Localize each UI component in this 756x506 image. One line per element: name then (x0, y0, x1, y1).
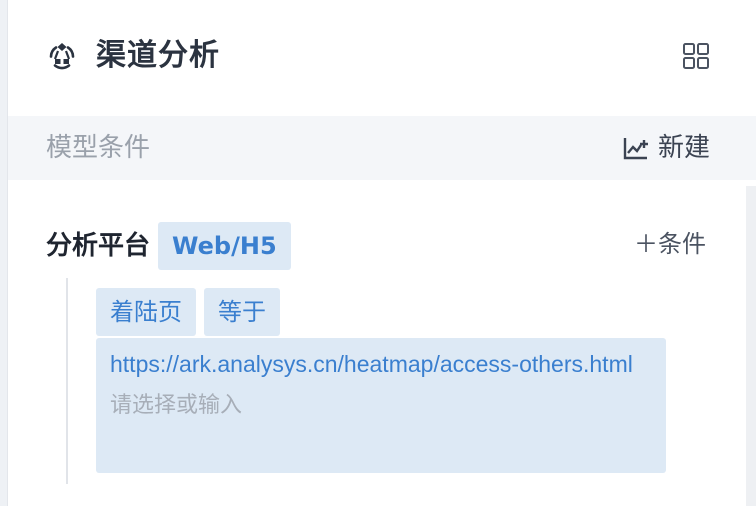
grid-view-icon[interactable] (682, 42, 710, 70)
new-button-label: 新建 (658, 133, 711, 163)
platform-row: 分析平台 Web/H5 (46, 222, 291, 270)
panel-header: 渠道分析 (8, 0, 756, 116)
condition-group-line (66, 278, 68, 484)
platform-selector[interactable]: Web/H5 (158, 222, 291, 270)
channel-analysis-panel: 渠道分析 模型条件 新建 分析平台 Web/H5 ＋条件 着陆页 等于 http… (0, 0, 756, 506)
scrollbar[interactable] (746, 186, 756, 506)
chart-new-icon (623, 138, 648, 160)
channel-analysis-icon (49, 43, 75, 70)
field-selector[interactable]: 着陆页 (96, 288, 196, 336)
condition-content: 分析平台 Web/H5 ＋条件 着陆页 等于 https://ark.analy… (8, 180, 746, 506)
value-search-input[interactable] (110, 386, 638, 426)
operator-selector[interactable]: 等于 (204, 288, 280, 336)
value-select-box[interactable]: https://ark.analysys.cn/heatmap/access-o… (96, 338, 666, 473)
left-panel-edge (0, 0, 8, 506)
page-title: 渠道分析 (96, 38, 220, 73)
model-conditions-label: 模型条件 (46, 133, 151, 163)
selected-value-tag[interactable]: https://ark.analysys.cn/heatmap/access-o… (110, 342, 638, 386)
model-conditions-bar: 模型条件 新建 (8, 116, 756, 180)
new-button[interactable]: 新建 (622, 130, 710, 166)
add-condition-button[interactable]: ＋条件 (634, 226, 706, 262)
platform-label: 分析平台 (46, 231, 151, 261)
